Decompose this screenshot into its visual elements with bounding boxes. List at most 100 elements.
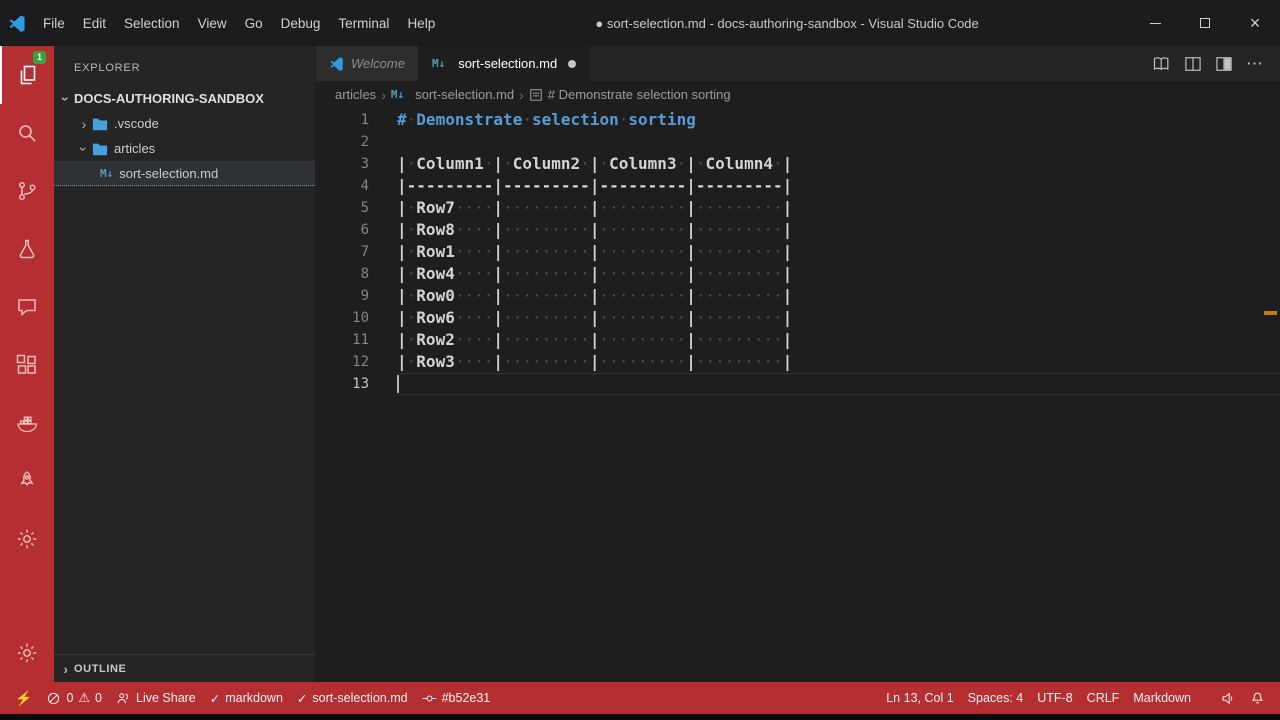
tab-welcome[interactable]: Welcome xyxy=(316,46,419,81)
code-line-11[interactable]: 11 |·Row2····|·········|·········|·······… xyxy=(316,329,1280,351)
file-tree: › DOCS-AUTHORING-SANDBOX › .vscode › art… xyxy=(54,86,315,654)
tab-sort-selection[interactable]: M↓ sort-selection.md xyxy=(418,46,591,81)
code-line-9[interactable]: 9 |·Row0····|·········|·········|········… xyxy=(316,285,1280,307)
menu-terminal[interactable]: Terminal xyxy=(329,0,398,46)
code-line-6[interactable]: 6 |·Row8····|·········|·········|········… xyxy=(316,219,1280,241)
code-line-3[interactable]: 3 |·Column1·|·Column2·|·Column3·|·Column4… xyxy=(316,153,1280,175)
manage-button[interactable] xyxy=(0,624,54,682)
live-share-icon xyxy=(117,692,128,703)
remote-indicator[interactable]: ⚡ xyxy=(8,682,39,714)
menu-selection[interactable]: Selection xyxy=(115,0,189,46)
menu-debug[interactable]: Debug xyxy=(272,0,330,46)
editor-layout-button[interactable] xyxy=(1208,46,1239,81)
editor[interactable]: 1 #·Demonstrate·selection·sorting 2 3 |·Colu… xyxy=(316,108,1280,682)
code-text xyxy=(397,373,1280,395)
vscode-logo-icon xyxy=(0,14,34,32)
code-line-8[interactable]: 8 |·Row4····|·········|·········|········… xyxy=(316,263,1280,285)
chevron-right-icon: › xyxy=(519,86,524,103)
menu-go[interactable]: Go xyxy=(236,0,272,46)
commit-status[interactable]: #b52e31 xyxy=(415,682,498,714)
line-number: 5 xyxy=(360,200,369,216)
code-line-1[interactable]: 1 #·Demonstrate·selection·sorting xyxy=(316,109,1280,131)
breadcrumb-file[interactable]: M↓ sort-selection.md xyxy=(391,87,514,102)
search-icon xyxy=(19,125,36,142)
line-number: 3 xyxy=(360,156,369,172)
folder-icon xyxy=(92,117,108,131)
window-controls: × xyxy=(1130,0,1280,46)
outline-section[interactable]: › OUTLINE xyxy=(54,654,315,682)
code-line-4[interactable]: 4 |---------|---------|---------|--------… xyxy=(316,175,1280,197)
files-icon xyxy=(20,65,36,85)
cursor-position[interactable]: Ln 13, Col 1 xyxy=(879,691,960,705)
code-line-7[interactable]: 7 |·Row1····|·········|·········|········… xyxy=(316,241,1280,263)
line-number: 11 xyxy=(352,332,369,348)
search-button[interactable] xyxy=(0,104,54,162)
split-editor-button[interactable] xyxy=(1177,46,1208,81)
explorer-button[interactable]: 1 xyxy=(0,46,54,104)
line-number: 12 xyxy=(352,354,369,370)
notifications-button[interactable] xyxy=(1243,691,1272,706)
menu-bar: File Edit Selection View Go Debug Termin… xyxy=(34,0,444,46)
azure-button[interactable] xyxy=(0,452,54,510)
eol-sequence[interactable]: CRLF xyxy=(1080,691,1127,705)
book-preview-icon xyxy=(1153,56,1168,70)
megaphone-icon xyxy=(1222,692,1233,704)
live-share-button[interactable]: Live Share xyxy=(109,682,203,714)
lint-file-label: sort-selection.md xyxy=(312,691,408,705)
bell-icon xyxy=(1251,692,1264,703)
source-control-button[interactable] xyxy=(0,162,54,220)
root-folder-label: DOCS-AUTHORING-SANDBOX xyxy=(74,91,264,106)
settings-button[interactable] xyxy=(0,510,54,568)
menu-file[interactable]: File xyxy=(34,0,74,46)
more-actions-button[interactable]: ⋯ xyxy=(1239,46,1270,81)
test-explorer-button[interactable] xyxy=(0,220,54,278)
tree-item-sort-selection[interactable]: M↓ sort-selection.md xyxy=(54,161,315,186)
outline-label: OUTLINE xyxy=(74,662,127,675)
menu-view[interactable]: View xyxy=(189,0,236,46)
menu-help[interactable]: Help xyxy=(398,0,444,46)
dirty-indicator-icon[interactable] xyxy=(568,59,577,68)
code-text: |---------|---------|---------|---------… xyxy=(397,176,793,195)
close-button[interactable]: × xyxy=(1230,0,1280,46)
lint-markdown-status[interactable]: ✓ markdown xyxy=(203,682,290,714)
language-mode[interactable]: Markdown xyxy=(1126,691,1198,705)
line-number: 1 xyxy=(360,112,369,128)
tree-item-articles[interactable]: › articles xyxy=(54,136,315,161)
lint-file-status[interactable]: ✓ sort-selection.md xyxy=(290,682,415,714)
encoding[interactable]: UTF-8 xyxy=(1030,691,1079,705)
code-line-10[interactable]: 10 |·Row6····|·········|·········|·······… xyxy=(316,307,1280,329)
problems-indicator[interactable]: 0 ⚠ 0 xyxy=(39,682,109,714)
tab-bar: Welcome M↓ sort-selection.md ⋯ xyxy=(316,46,1280,81)
line-number: 2 xyxy=(360,134,369,150)
breadcrumb-articles[interactable]: articles xyxy=(335,87,376,102)
live-share-label: Live Share xyxy=(136,691,196,705)
lint-markdown-label: markdown xyxy=(225,691,283,705)
workbench: 1 EXPLORER › DOCS-AUTHORING-SANDBOX › .v… xyxy=(0,46,1280,682)
feedback-button[interactable] xyxy=(1214,691,1243,706)
breadcrumb-symbol[interactable]: # Demonstrate selection sorting xyxy=(529,87,731,102)
code-line-13[interactable]: 13 xyxy=(316,373,1280,395)
code-line-12[interactable]: 12 |·Row3····|·········|·········|·······… xyxy=(316,351,1280,373)
menu-edit[interactable]: Edit xyxy=(74,0,115,46)
minimize-button[interactable] xyxy=(1130,0,1180,46)
code-text: #·Demonstrate·selection·sorting xyxy=(397,110,696,129)
code-line-2[interactable]: 2 xyxy=(316,131,1280,153)
vscode-window: File Edit Selection View Go Debug Termin… xyxy=(0,0,1280,720)
code-text: |·Row3····|·········|·········|·········… xyxy=(397,352,793,371)
tree-item-vscode[interactable]: › .vscode xyxy=(54,111,315,136)
maximize-icon xyxy=(1200,18,1210,28)
extensions-button[interactable] xyxy=(0,336,54,394)
tree-section-root[interactable]: › DOCS-AUTHORING-SANDBOX xyxy=(54,86,315,111)
comments-button[interactable] xyxy=(0,278,54,336)
open-preview-button[interactable] xyxy=(1146,46,1177,81)
check-icon: ✓ xyxy=(296,691,308,706)
code-text: |·Row6····|·········|·········|·········… xyxy=(397,308,793,327)
docker-button[interactable] xyxy=(0,394,54,452)
code-line-5[interactable]: 5 |·Row7····|·········|·········|········… xyxy=(316,197,1280,219)
activity-bar: 1 xyxy=(0,46,54,682)
code-text: |·Row2····|·········|·········|·········… xyxy=(397,330,793,349)
indentation[interactable]: Spaces: 4 xyxy=(961,691,1031,705)
code-text: |·Row0····|·········|·········|·········… xyxy=(397,286,793,305)
maximize-button[interactable] xyxy=(1180,0,1230,46)
folder-open-icon xyxy=(92,142,108,156)
